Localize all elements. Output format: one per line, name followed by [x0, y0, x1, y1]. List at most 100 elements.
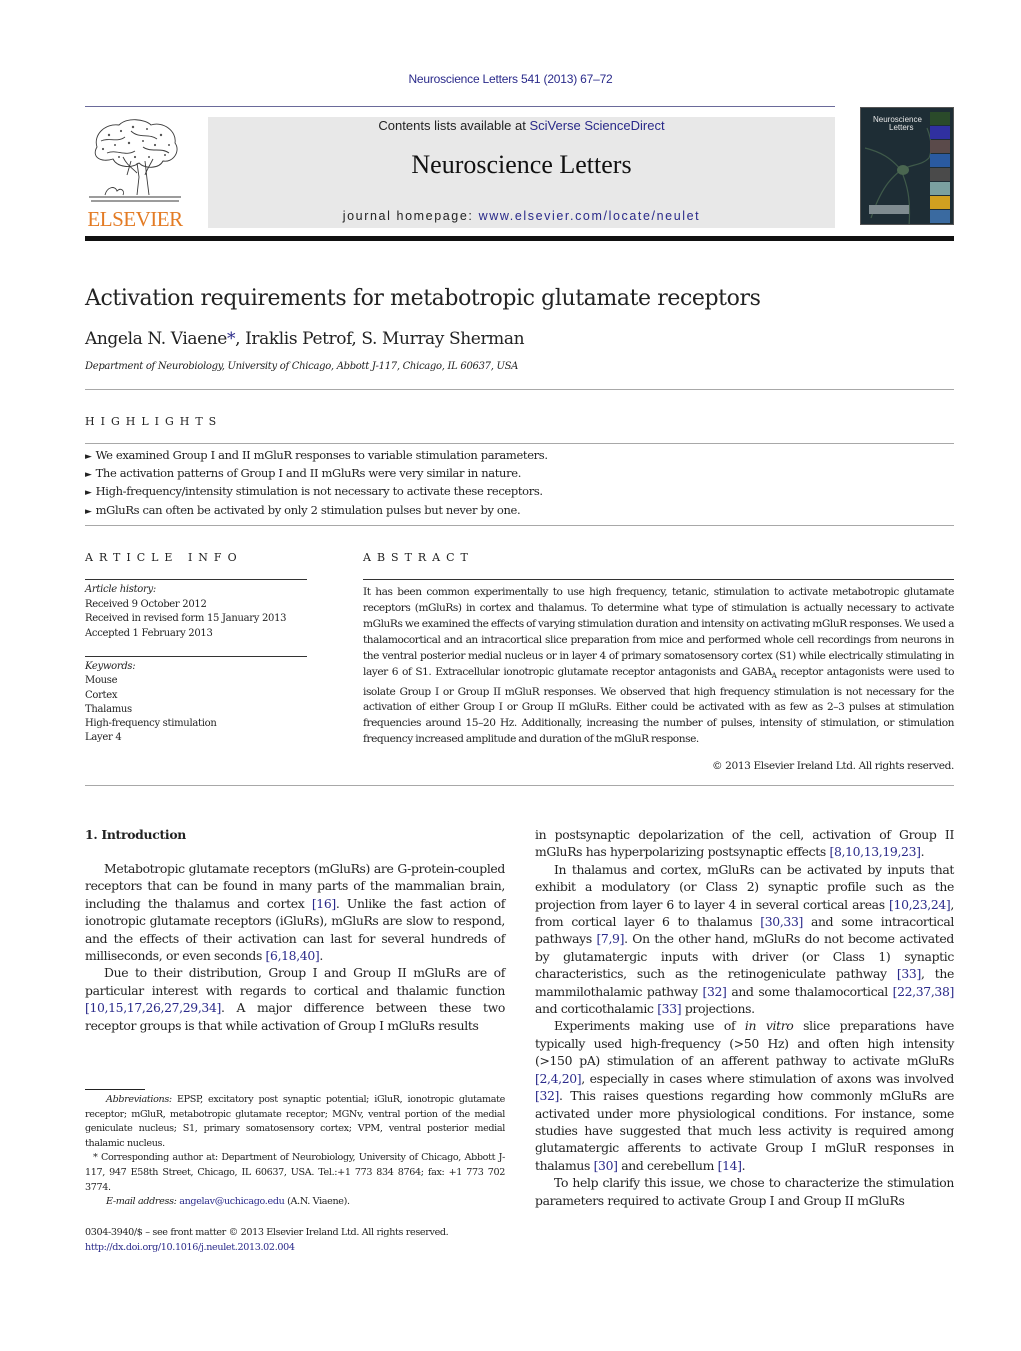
citation-link[interactable]: [33] — [897, 966, 921, 981]
section-heading-introduction: 1. Introduction — [85, 827, 186, 842]
divider — [85, 579, 307, 580]
email-link[interactable]: angelav@uchicago.edu — [179, 1196, 285, 1207]
highlights-heading: HIGHLIGHTS — [85, 415, 223, 428]
citation-link[interactable]: [33] — [657, 1001, 681, 1016]
divider — [363, 579, 954, 580]
journal-title: Neuroscience Letters — [411, 150, 632, 179]
cover-title: Neuroscience Letters — [873, 115, 922, 132]
citation-link[interactable]: [10,23,24] — [889, 897, 951, 912]
text-run: To help clarify this issue, we chose to … — [535, 1175, 954, 1208]
article-history: Article history: Received 9 October 2012… — [85, 583, 315, 641]
author-list: Angela N. Viaene*, Iraklis Petrof, S. Mu… — [85, 329, 525, 349]
keyword: Mouse — [85, 675, 118, 687]
footnote-divider — [85, 1089, 145, 1090]
highlight-item: ► mGluRs can often be activated by only 2… — [85, 502, 521, 517]
triangle-bullet-icon: ► — [85, 470, 92, 481]
citation-link[interactable]: [8,10,13,19,23] — [829, 844, 920, 859]
author-name[interactable]: Iraklis Petrof — [245, 329, 352, 349]
text-run: and cerebellum — [617, 1157, 718, 1173]
keywords-list: Keywords: Mouse Cortex Thalamus High-fre… — [85, 660, 315, 746]
doi-link[interactable]: http://dx.doi.org/10.1016/j.neulet.2013.… — [85, 1242, 295, 1253]
body-column-right: in postsynaptic depolarization of the ce… — [535, 826, 954, 1209]
article-info-heading: ARTICLE INFO — [85, 551, 243, 564]
journal-homepage-line: journal homepage: www.elsevier.com/locat… — [208, 209, 835, 223]
journal-cover-image[interactable]: Neuroscience Letters — [860, 107, 954, 225]
text-run: Due to their distribution, Group I and G… — [85, 965, 505, 998]
top-divider — [85, 106, 835, 107]
article-title: Activation requirements for metabotropic… — [85, 286, 761, 311]
citation-link[interactable]: [22,37,38] — [893, 984, 955, 999]
keywords-label: Keywords: — [85, 661, 136, 672]
elsevier-tree-icon — [89, 119, 181, 202]
body-paragraph: To help clarify this issue, we chose to … — [535, 1174, 954, 1209]
text-run: and some thalamocortical — [726, 983, 893, 999]
body-paragraph: Experiments making use of in vitro slice… — [535, 1017, 954, 1174]
abstract-text: It has been common experimentally to use… — [363, 586, 954, 746]
body-column-left: Metabotropic glutamate receptors (mGluRs… — [85, 860, 505, 1034]
divider — [85, 785, 954, 786]
citation-link[interactable]: [7,9] — [596, 931, 624, 946]
history-label: Article history: — [85, 584, 156, 595]
homepage-prefix: journal homepage: — [342, 209, 479, 223]
keyword: Cortex — [85, 689, 118, 701]
header-thick-divider — [85, 236, 954, 241]
cover-band — [869, 205, 909, 214]
author-affiliation: Department of Neurobiology, University o… — [85, 361, 519, 372]
body-paragraph: In thalamus and cortex, mGluRs can be ac… — [535, 861, 954, 1018]
corresponding-author-footnote: * Corresponding author at: Department of… — [85, 1152, 505, 1193]
contents-line: Contents lists available at SciVerse Sci… — [208, 118, 835, 133]
journal-homepage-link[interactable]: www.elsevier.com/locate/neulet — [479, 209, 701, 223]
text-run: and corticothalamic — [535, 1001, 658, 1017]
elsevier-logo[interactable]: ELSEVIER — [85, 115, 185, 231]
history-accepted: Accepted 1 February 2013 — [85, 627, 213, 639]
citation-link[interactable]: [6,18,40] — [266, 948, 320, 963]
divider — [85, 443, 954, 444]
divider — [85, 656, 307, 657]
citation-link[interactable]: [14] — [718, 1158, 742, 1173]
author-name[interactable]: Angela N. Viaene — [85, 329, 227, 349]
text-run: , especially in cases where stimulation … — [581, 1070, 954, 1086]
triangle-bullet-icon: ► — [85, 488, 92, 499]
citation-link[interactable]: [2,4,20] — [535, 1071, 582, 1086]
text-run: . — [920, 844, 925, 860]
corresponding-author-mark[interactable]: * — [227, 329, 236, 349]
text-run: projections. — [681, 1001, 755, 1017]
citation-link[interactable]: [10,15,17,26,27,29,34] — [85, 1000, 221, 1015]
body-paragraph: in postsynaptic depolarization of the ce… — [535, 826, 954, 861]
sciencedirect-link[interactable]: SciVerse ScienceDirect — [529, 118, 664, 133]
keyword: High-frequency stimulation — [85, 718, 217, 730]
author-name[interactable]: S. Murray Sherman — [361, 329, 524, 349]
author-separator: , — [351, 329, 362, 349]
body-paragraph: Metabotropic glutamate receptors (mGluRs… — [85, 860, 505, 964]
highlight-item: ► We examined Group I and II mGluR respon… — [85, 448, 548, 462]
divider — [85, 389, 954, 390]
citation-link[interactable]: [30] — [594, 1158, 618, 1173]
cover-thumbnails — [930, 112, 950, 224]
abstract-heading: ABSTRACT — [363, 551, 474, 564]
triangle-bullet-icon: ► — [85, 506, 92, 517]
highlights-list: ► We examined Group I and II mGluR respon… — [85, 447, 955, 520]
history-revised: Received in revised form 15 January 2013 — [85, 613, 287, 624]
citation-link[interactable]: [32] — [535, 1088, 559, 1103]
history-received: Received 9 October 2012 — [85, 598, 207, 610]
elsevier-wordmark: ELSEVIER — [87, 207, 183, 231]
text-run: . — [319, 948, 323, 964]
citation-link[interactable]: [16] — [312, 896, 336, 911]
highlight-item: ► The activation patterns of Group I and … — [85, 466, 522, 481]
email-footnote: E-mail address: angelav@uchicago.edu (A.… — [106, 1196, 350, 1208]
text-run: . — [741, 1157, 746, 1173]
footnotes: Abbreviations: EPSP, excitatory post syn… — [85, 1093, 505, 1210]
body-paragraph: Due to their distribution, Group I and G… — [85, 964, 505, 1034]
abbreviations-footnote: Abbreviations: EPSP, excitatory post syn… — [85, 1094, 505, 1149]
citation-link[interactable]: [30,33] — [760, 914, 803, 929]
contents-prefix: Contents lists available at — [378, 118, 530, 133]
highlight-item: ► High-frequency/intensity stimulation is… — [85, 484, 543, 499]
divider — [85, 525, 954, 526]
keyword: Thalamus — [85, 703, 132, 715]
text-run: Experiments making use of — [554, 1018, 745, 1034]
italic-text: in vitro — [744, 1018, 794, 1034]
journal-citation-link[interactable]: Neuroscience Letters 541 (2013) 67–72 — [0, 72, 1021, 86]
front-matter: 0304-3940/$ – see front matter © 2013 El… — [85, 1226, 505, 1255]
citation-link[interactable]: [32] — [703, 984, 727, 999]
keyword: Layer 4 — [85, 732, 122, 744]
